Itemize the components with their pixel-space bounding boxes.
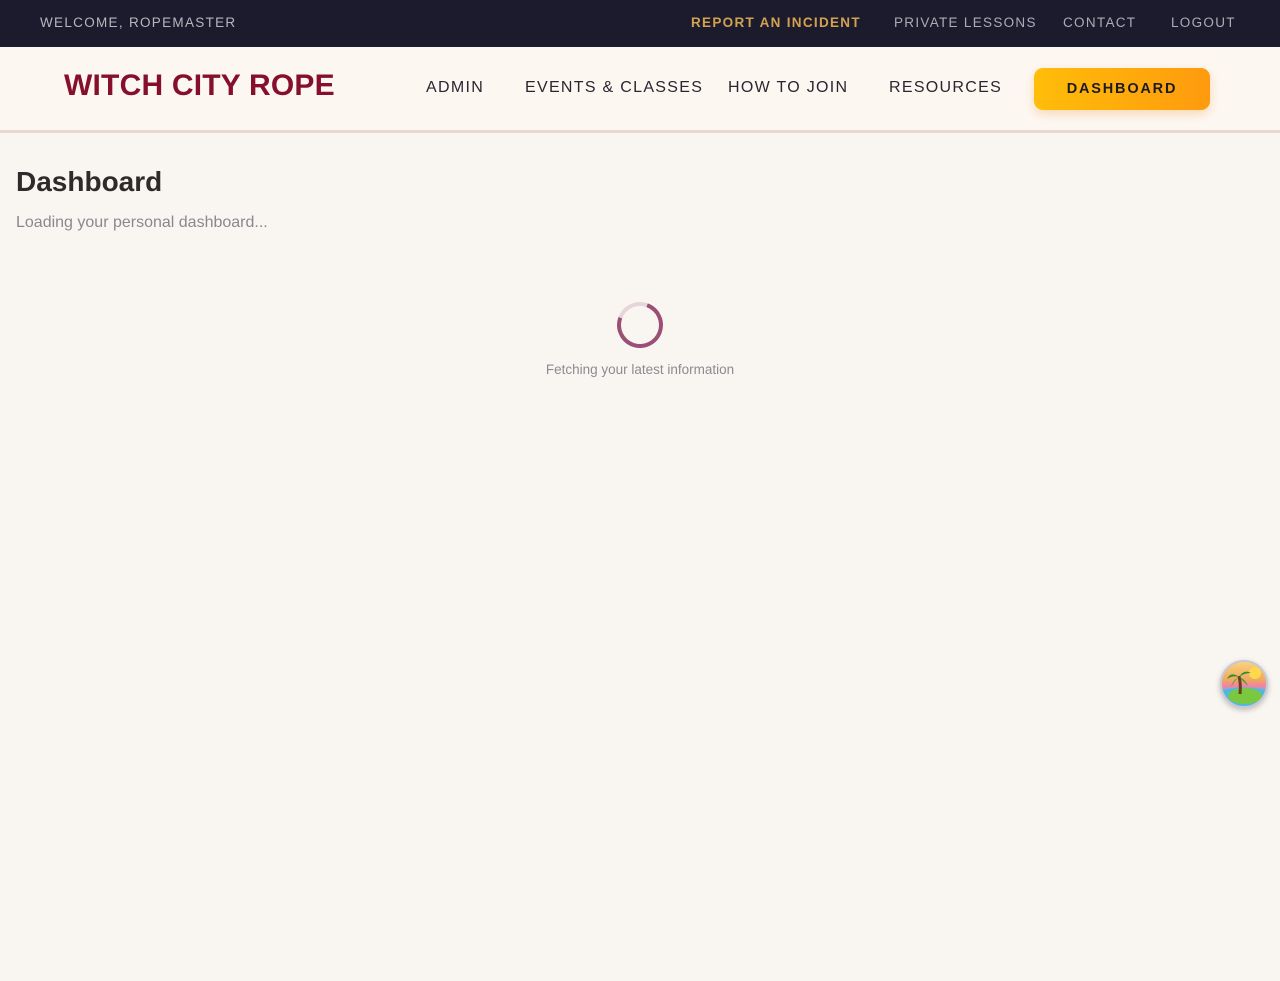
site-logo[interactable]: WITCH CITY ROPE: [64, 69, 335, 103]
nav-item-how-to-join[interactable]: HOW TO JOIN: [728, 79, 848, 97]
nav-item-events-classes[interactable]: EVENTS & CLASSES: [525, 79, 703, 97]
main-navigation: WITCH CITY ROPE ADMIN EVENTS & CLASSES H…: [0, 47, 1280, 133]
loading-spinner-icon: [609, 294, 671, 356]
loading-message: Fetching your latest information: [545, 362, 735, 377]
nav-item-admin[interactable]: ADMIN: [426, 79, 484, 97]
private-lessons-link[interactable]: PRIVATE LESSONS: [894, 15, 1037, 30]
page-subtitle: Loading your personal dashboard...: [16, 214, 268, 231]
utility-bar: WELCOME, ROPEMASTER REPORT AN INCIDENT P…: [0, 0, 1280, 47]
welcome-message: WELCOME, ROPEMASTER: [40, 15, 237, 30]
dashboard-content: Dashboard Loading your personal dashboar…: [16, 166, 1264, 232]
dashboard-button[interactable]: DASHBOARD: [1034, 68, 1210, 110]
logout-link[interactable]: LOGOUT: [1171, 15, 1236, 30]
contact-link[interactable]: CONTACT: [1063, 15, 1136, 30]
tropical-island-icon[interactable]: [1220, 660, 1268, 708]
report-incident-link[interactable]: REPORT AN INCIDENT: [691, 15, 861, 30]
nav-item-resources[interactable]: RESOURCES: [889, 79, 1002, 97]
page-title: Dashboard: [16, 166, 163, 197]
